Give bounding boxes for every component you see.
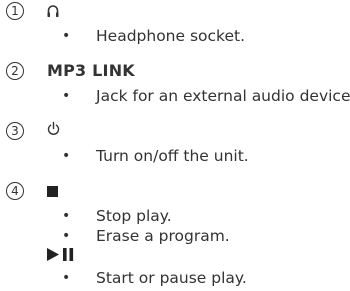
manual-controls-list: 1 • Headphone socket. 2 MP3 LINK • Jack … bbox=[0, 0, 350, 291]
bullet-dot: • bbox=[62, 28, 71, 44]
bullet-dot: • bbox=[62, 148, 71, 164]
item-3-description: Turn on/off the unit. bbox=[96, 147, 249, 165]
item-4-sub-description: Start or pause play. bbox=[96, 269, 247, 287]
item-1-description: Headphone socket. bbox=[96, 27, 246, 45]
item-2-heading: MP3 LINK bbox=[47, 61, 135, 80]
item-2-description: Jack for an external audio device. bbox=[96, 87, 350, 105]
stop-icon bbox=[46, 183, 59, 202]
item-number-1: 1 bbox=[6, 2, 24, 20]
bullet-dot: • bbox=[62, 88, 71, 104]
item-number-4: 4 bbox=[6, 182, 24, 200]
headphone-icon bbox=[46, 3, 60, 22]
item-number-2: 2 bbox=[6, 62, 24, 80]
play-pause-icon bbox=[46, 247, 76, 266]
item-4-description-2: Erase a program. bbox=[96, 227, 230, 245]
power-icon bbox=[46, 121, 61, 140]
item-number-3: 3 bbox=[6, 122, 24, 140]
item-4-description-1: Stop play. bbox=[96, 207, 172, 225]
bullet-dot: • bbox=[62, 228, 71, 244]
bullet-dot: • bbox=[62, 270, 71, 286]
bullet-dot: • bbox=[62, 208, 71, 224]
